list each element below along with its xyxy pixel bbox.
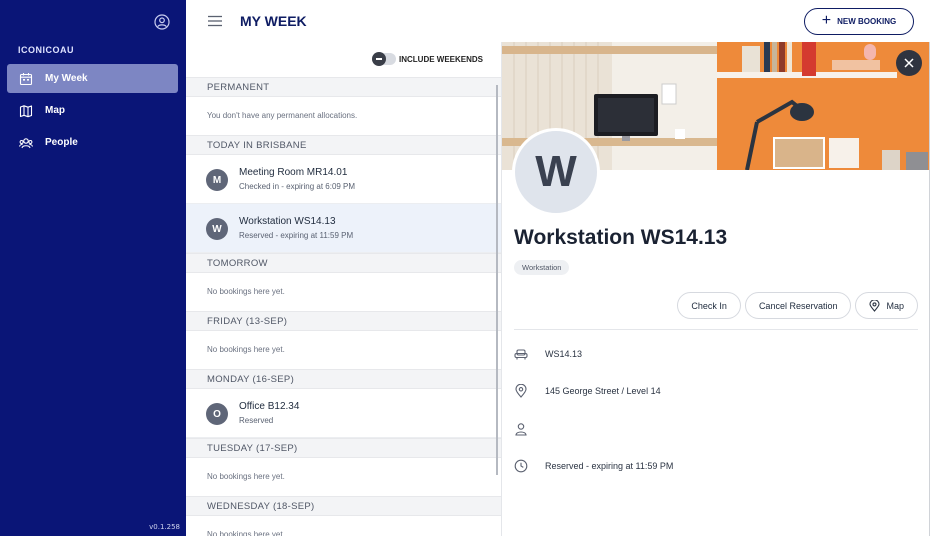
sidebar-item-label: My Week xyxy=(45,73,88,84)
user-account-icon[interactable] xyxy=(154,14,170,30)
map-icon xyxy=(19,104,33,117)
clock-icon xyxy=(514,459,528,473)
hamburger-menu-icon[interactable] xyxy=(208,15,222,27)
booking-status: Reserved - expiring at 11:59 PM xyxy=(239,231,354,240)
booking-avatar: W xyxy=(206,218,228,240)
section-heading-permanent: PERMANENT xyxy=(186,77,501,97)
booking-status: Checked in - expiring at 6:09 PM xyxy=(239,182,356,191)
close-icon xyxy=(904,58,914,68)
booking-title: Meeting Room MR14.01 xyxy=(239,167,348,178)
check-in-label: Check In xyxy=(691,300,727,311)
booking-status: Reserved xyxy=(239,416,274,425)
close-detail-button[interactable] xyxy=(896,50,922,76)
map-button[interactable]: Map xyxy=(855,292,918,319)
section-heading-monday: MONDAY (16-SEP) xyxy=(186,369,501,389)
weekends-toggle-row: INCLUDE WEEKENDS xyxy=(186,42,501,77)
detail-divider xyxy=(514,329,918,330)
booking-avatar: O xyxy=(206,403,228,425)
space-avatar: W xyxy=(512,128,600,216)
address-text: 145 George Street / Level 14 xyxy=(545,386,661,396)
list-item[interactable]: O Office B12.34 Reserved xyxy=(186,389,501,438)
map-button-label: Map xyxy=(886,300,904,311)
sidebar-item-my-week[interactable]: My Week xyxy=(7,64,178,93)
detail-title: Workstation WS14.13 xyxy=(514,226,728,249)
status-info-row: Reserved - expiring at 11:59 PM xyxy=(514,458,673,474)
booking-avatar: M xyxy=(206,169,228,191)
cancel-reservation-button[interactable]: Cancel Reservation xyxy=(744,292,852,319)
check-in-button[interactable]: Check In xyxy=(677,292,741,319)
toggle-knob xyxy=(372,52,386,66)
desk-info-row: WS14.13 xyxy=(514,346,582,362)
desk-id: WS14.13 xyxy=(545,349,583,359)
section-heading-tomorrow: TOMORROW xyxy=(186,253,501,273)
sidebar-item-people[interactable]: People xyxy=(7,128,178,157)
cancel-reservation-label: Cancel Reservation xyxy=(758,300,838,311)
app-version: v0.1.258 xyxy=(149,523,180,531)
booking-detail-panel: W Workstation WS14.13 Workstation Check … xyxy=(502,42,930,536)
sidebar-item-label: Map xyxy=(45,105,65,116)
new-booking-label: NEW BOOKING xyxy=(837,17,897,26)
calendar-icon xyxy=(19,72,33,85)
list-item[interactable]: M Meeting Room MR14.01 Checked in - expi… xyxy=(186,155,501,204)
reservation-status: Reserved - expiring at 11:59 PM xyxy=(545,461,674,471)
booking-list: INCLUDE WEEKENDS PERMANENT You don't hav… xyxy=(186,42,502,536)
list-scrollbar[interactable] xyxy=(496,85,498,475)
empty-message: You don't have any permanent allocations… xyxy=(207,111,358,120)
location-pin-icon xyxy=(869,299,881,312)
empty-message: No bookings here yet. xyxy=(207,472,285,481)
plus-icon: + xyxy=(821,11,832,29)
empty-message: No bookings here yet. xyxy=(207,345,285,354)
space-type-chip: Workstation xyxy=(514,260,570,275)
section-heading-wednesday: WEDNESDAY (18-SEP) xyxy=(186,496,501,516)
location-pin-icon xyxy=(515,384,527,398)
top-header: MY WEEK + NEW BOOKING xyxy=(186,0,930,42)
empty-message: No bookings here yet. xyxy=(207,530,285,536)
sidebar-item-map[interactable]: Map xyxy=(7,96,178,125)
sidebar: ICONICOAU My Week Map People v0.1.258 xyxy=(0,0,186,536)
new-booking-button[interactable]: + NEW BOOKING xyxy=(804,8,914,35)
organization-name: ICONICOAU xyxy=(18,45,74,55)
include-weekends-label: INCLUDE WEEKENDS xyxy=(399,55,484,64)
section-heading-tuesday: TUESDAY (17-SEP) xyxy=(186,438,501,458)
person-icon xyxy=(515,423,527,436)
page-title: MY WEEK xyxy=(240,13,307,29)
people-icon xyxy=(19,137,33,148)
address-info-row: 145 George Street / Level 14 xyxy=(514,383,661,399)
desk-chair-icon xyxy=(514,349,528,360)
section-heading-friday: FRIDAY (13-SEP) xyxy=(186,311,501,331)
booking-title: Office B12.34 xyxy=(239,401,300,412)
empty-message: No bookings here yet. xyxy=(207,287,285,296)
list-item-selected[interactable]: W Workstation WS14.13 Reserved - expirin… xyxy=(186,204,501,253)
sidebar-item-label: People xyxy=(45,137,78,148)
section-heading-today: TODAY IN BRISBANE xyxy=(186,135,501,155)
booking-title: Workstation WS14.13 xyxy=(239,216,336,227)
detail-actions: Check In Cancel Reservation Map xyxy=(677,292,918,319)
person-info-row xyxy=(514,421,545,437)
include-weekends-toggle[interactable] xyxy=(372,52,396,66)
